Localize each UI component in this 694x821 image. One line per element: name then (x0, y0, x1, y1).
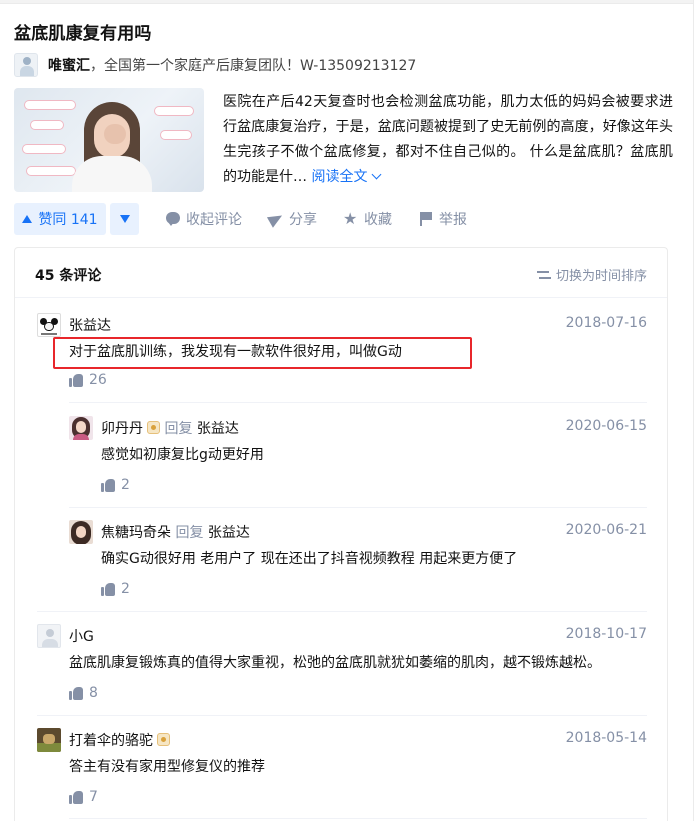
comments-header: 45 条评论 切换为时间排序 (15, 248, 667, 298)
flag-icon (418, 211, 434, 227)
swap-icon (536, 269, 551, 281)
top-divider (0, 0, 694, 4)
answer-cover-image[interactable] (14, 88, 204, 192)
reply-item: 卯丹丹 回复 张益达 2020-06-15 感觉如初康复比g动更好用 2 (69, 416, 647, 496)
member-badge-icon (147, 421, 160, 434)
reply-keyword: 回复 (175, 525, 204, 541)
thumb-up-icon (101, 582, 115, 596)
comment-author[interactable]: 小G (69, 626, 94, 646)
share-icon (268, 211, 284, 227)
avatar[interactable] (69, 520, 93, 544)
comment-date: 2020-06-15 (565, 418, 647, 434)
avatar[interactable] (37, 624, 61, 648)
thumb-up-icon (69, 686, 83, 700)
upvote-button[interactable]: 赞同 141 (14, 203, 106, 235)
thumb-up-icon (69, 790, 83, 804)
highlight-annotation-box (53, 337, 472, 369)
comment-text: 答主有没有家用型修复仪的推荐 (69, 759, 265, 775)
thumb-up-icon (69, 373, 83, 387)
favorite-button[interactable]: ★ 收藏 (343, 209, 392, 229)
answer-actions: 赞同 141 收起评论 分享 ★ 收藏 举报 (14, 203, 467, 235)
comment-author[interactable]: 卯丹丹 (101, 421, 143, 437)
like-button[interactable]: 2 (101, 477, 130, 493)
comment-text: 感觉如初康复比g动更好用 (101, 447, 264, 463)
comment-date: 2020-06-21 (565, 522, 647, 538)
comment-text: 确实G动很好用 老用户了 现在还出了抖音视频教程 用起来更方便了 (101, 551, 518, 567)
comment-header: 打着伞的骆驼 (69, 730, 170, 750)
reply-header: 焦糖玛奇朵 回复 张益达 (101, 522, 250, 542)
reply-divider (69, 818, 647, 819)
comment-icon (165, 211, 181, 227)
answer-excerpt-text[interactable]: 医院在产后42天复查时也会检测盆底功能，肌力太低的妈妈会被要求进行盆底康复治疗，… (223, 90, 673, 190)
reply-keyword: 回复 (164, 421, 193, 437)
member-badge-icon (157, 733, 170, 746)
read-more-link[interactable]: 阅读全文 (311, 169, 382, 185)
downvote-arrow-icon (119, 215, 130, 223)
answer-excerpt: 医院在产后42天复查时也会检测盆底功能，肌力太低的妈妈会被要求进行盆底康复治疗，… (14, 88, 674, 194)
reply-target[interactable]: 张益达 (197, 421, 239, 437)
collapse-comments-button[interactable]: 收起评论 (165, 209, 242, 229)
like-button[interactable]: 7 (69, 789, 98, 805)
star-icon: ★ (343, 209, 358, 228)
comment-divider (37, 611, 647, 612)
author-description: ，全国第一个家庭产后康复团队！W-13509213127 (90, 58, 417, 74)
thumb-up-icon (101, 478, 115, 492)
question-title[interactable]: 盆底肌康复有用吗 (14, 19, 152, 44)
like-button[interactable]: 8 (69, 685, 98, 701)
report-button[interactable]: 举报 (418, 209, 467, 229)
chevron-down-icon (372, 169, 382, 180)
reply-divider (69, 402, 647, 403)
reply-target[interactable]: 张益达 (208, 525, 250, 541)
comment-divider (37, 715, 647, 716)
sort-toggle-button[interactable]: 切换为时间排序 (536, 265, 647, 284)
downvote-button[interactable] (110, 203, 139, 235)
reply-header: 卯丹丹 回复 张益达 (101, 418, 239, 438)
comment-count: 45 条评论 (35, 268, 102, 284)
comment-item: 小G 2018-10-17 盆底肌康复锻炼真的值得大家重视，松弛的盆底肌就犹如萎… (37, 624, 647, 704)
answer-author: 唯蜜汇 ，全国第一个家庭产后康复团队！W-13509213127 (14, 52, 416, 78)
upvote-arrow-icon (22, 215, 33, 223)
avatar[interactable] (37, 728, 61, 752)
like-button[interactable]: 2 (101, 581, 130, 597)
reply-divider (69, 507, 647, 508)
comment-author[interactable]: 打着伞的骆驼 (69, 733, 153, 749)
like-button[interactable]: 26 (69, 372, 107, 388)
comment-item: 打着伞的骆驼 2018-05-14 答主有没有家用型修复仪的推荐 7 (37, 728, 647, 808)
comment-date: 2018-10-17 (565, 626, 647, 642)
reply-item: 焦糖玛奇朵 回复 张益达 2020-06-21 确实G动很好用 老用户了 现在还… (69, 520, 647, 600)
comment-text: 盆底肌康复锻炼真的值得大家重视，松弛的盆底肌就犹如萎缩的肌肉，越不锻炼越松。 (69, 655, 601, 671)
comments-panel: 45 条评论 切换为时间排序 张益达 2018-07-16 对于盆底肌训练，我发… (14, 247, 668, 821)
comment-author[interactable]: 张益达 (69, 315, 111, 335)
avatar[interactable] (37, 313, 61, 337)
author-name[interactable]: 唯蜜汇 (48, 55, 90, 75)
comment-date: 2018-07-16 (565, 315, 647, 331)
avatar[interactable] (69, 416, 93, 440)
author-avatar[interactable] (14, 53, 38, 77)
comment-date: 2018-05-14 (565, 730, 647, 746)
share-button[interactable]: 分享 (268, 209, 317, 229)
comment-author[interactable]: 焦糖玛奇朵 (101, 525, 171, 541)
